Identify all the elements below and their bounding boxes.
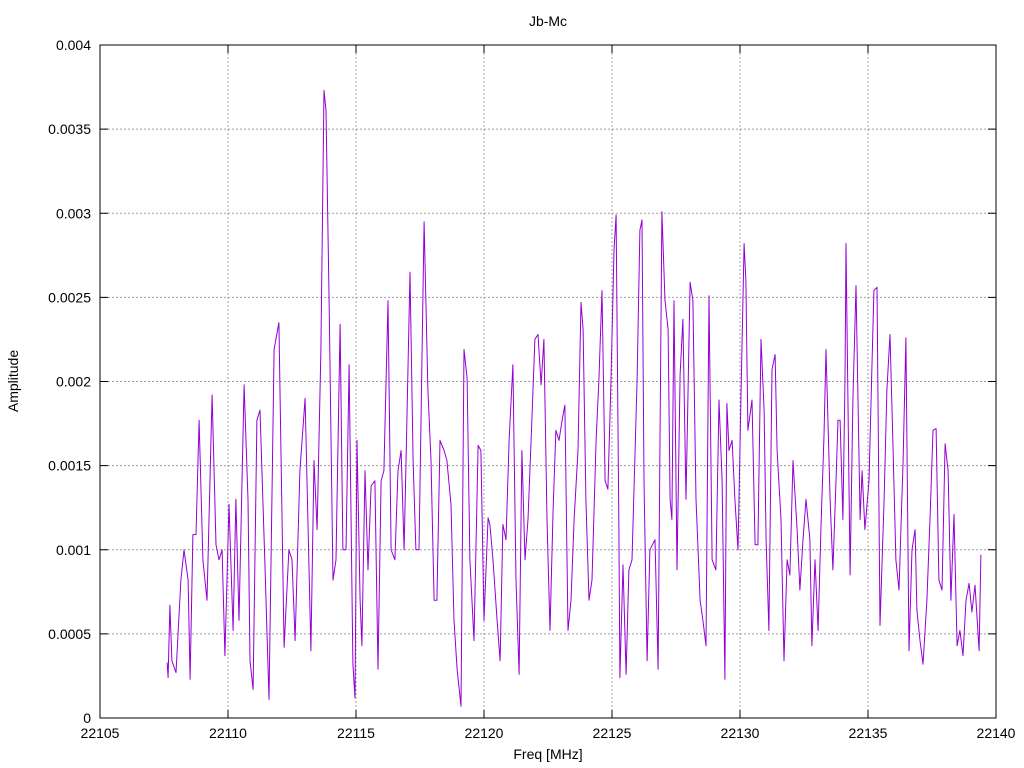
y-tick-label: 0 — [83, 710, 91, 726]
x-tick-label: 22105 — [81, 725, 120, 741]
y-tick-label: 0.0035 — [48, 121, 91, 137]
x-tick-label: 22140 — [977, 725, 1016, 741]
x-tick-label: 22115 — [337, 725, 375, 741]
y-tick-label: 0.0005 — [48, 626, 91, 642]
x-tick-label: 22120 — [465, 725, 504, 741]
y-tick-label: 0.0015 — [48, 458, 91, 474]
y-tick-label: 0.002 — [56, 374, 91, 390]
series-group — [166, 89, 982, 707]
axis-ticks: 22105 22110 22115 22120 22125 22130 22135 22140… — [48, 37, 1016, 741]
x-tick-label: 22110 — [209, 725, 247, 741]
y-tick-label: 0.001 — [56, 542, 91, 558]
x-tick-label: 22135 — [849, 725, 888, 741]
chart: 22105 22110 22115 22120 22125 22130 22135 22140… — [5, 13, 1016, 762]
x-tick-label: 22130 — [721, 725, 760, 741]
y-tick-label: 0.0025 — [48, 289, 91, 305]
chart-title: Jb-Mc — [529, 13, 567, 29]
x-axis-label: Freq [MHz] — [513, 746, 582, 762]
y-tick-label: 0.004 — [56, 37, 91, 53]
y-axis-label: Amplitude — [5, 350, 21, 412]
grid-lines — [100, 45, 996, 718]
y-tick-label: 0.003 — [56, 205, 91, 221]
series-line-jb-mc — [166, 89, 982, 707]
x-tick-label: 22125 — [593, 725, 632, 741]
